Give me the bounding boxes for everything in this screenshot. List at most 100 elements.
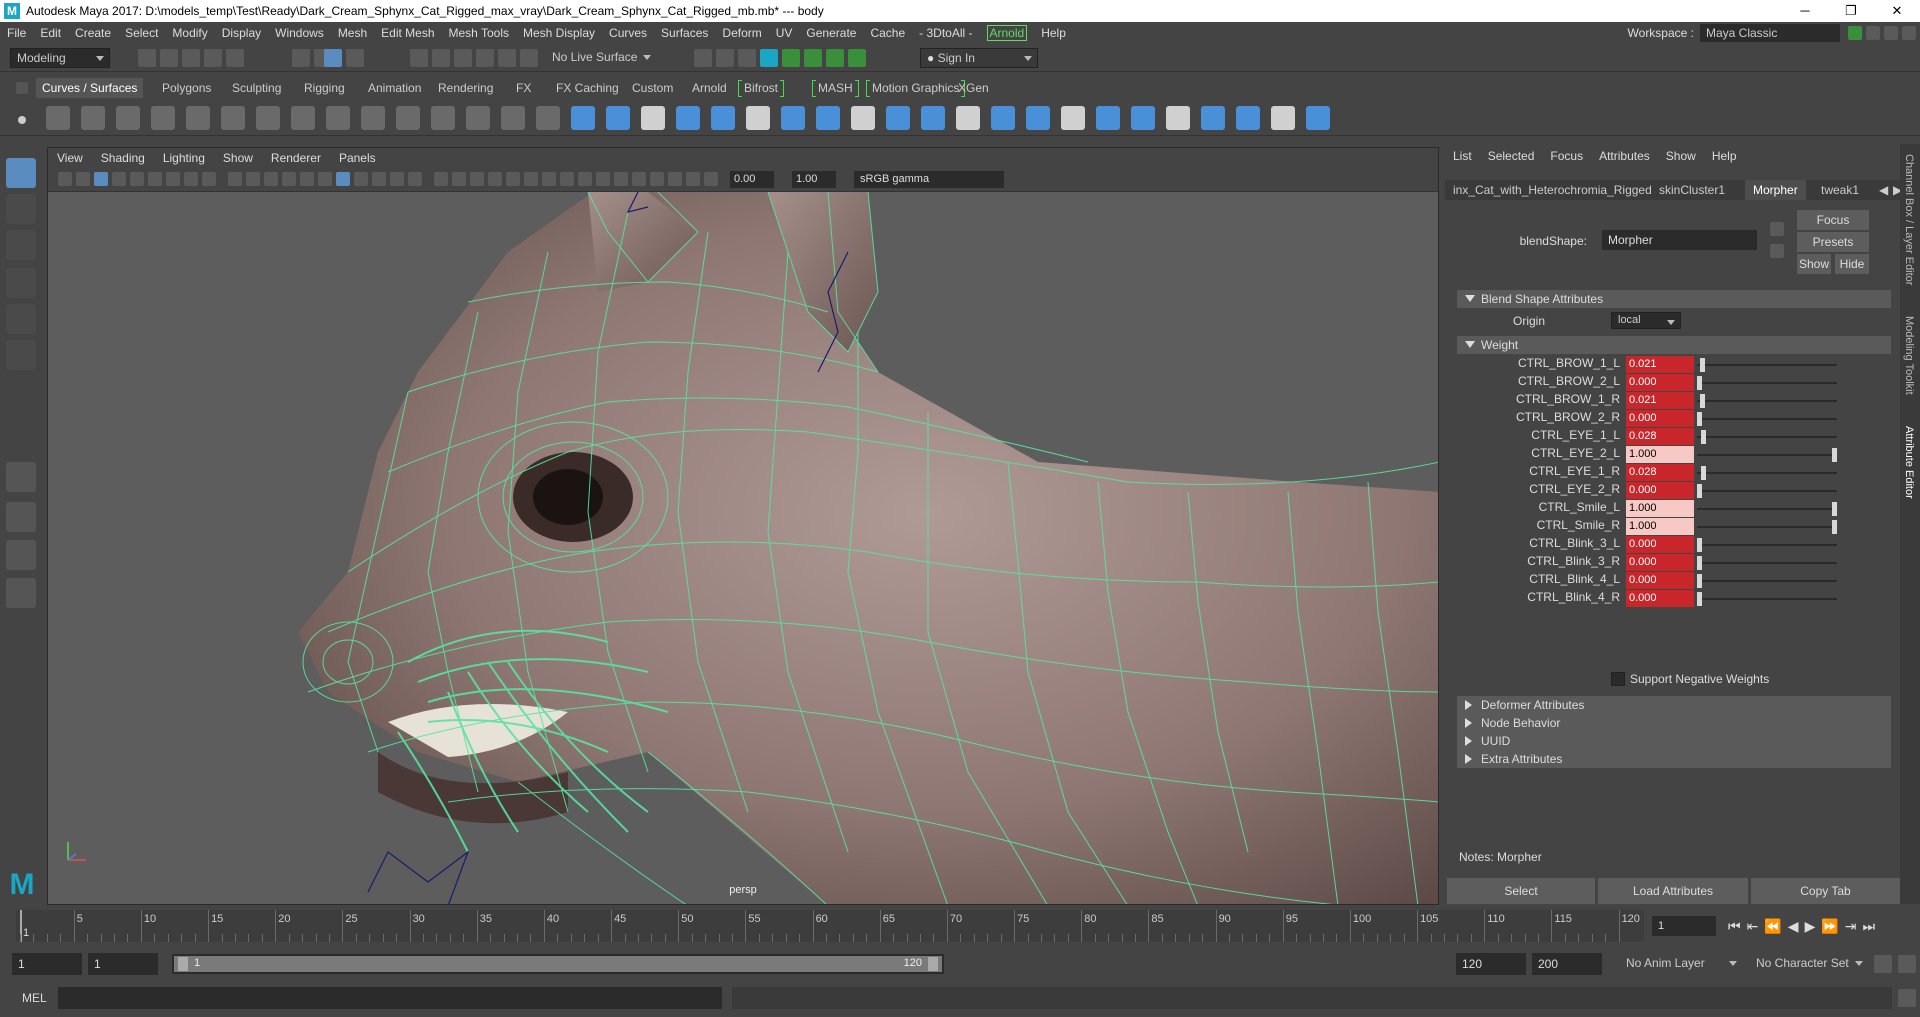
ae-menu-show[interactable]: Show bbox=[1658, 149, 1704, 163]
maximize-button[interactable]: ❐ bbox=[1828, 0, 1874, 22]
weight-slider-thumb[interactable] bbox=[1697, 556, 1702, 570]
workspace-icon-4[interactable] bbox=[1902, 26, 1916, 40]
viewport-tool-icon-2[interactable] bbox=[76, 172, 90, 186]
single-view-icon[interactable] bbox=[6, 462, 36, 492]
shelf-tab-motion-graphics[interactable]: Motion Graphics bbox=[866, 78, 966, 98]
range-slider-track[interactable]: 1 120 bbox=[172, 954, 944, 974]
side-tab-channel-box[interactable]: Channel Box / Layer Editor bbox=[1903, 154, 1915, 285]
weight-slider[interactable] bbox=[1697, 376, 1837, 390]
viewport-menu-view[interactable]: View bbox=[48, 151, 92, 165]
viewport-panel[interactable]: View Shading Lighting Show Renderer Panels 0.… bbox=[47, 147, 1439, 905]
viewport-tool-icon-25[interactable] bbox=[506, 172, 520, 186]
weight-slider-thumb[interactable] bbox=[1697, 376, 1702, 390]
weight-value-field[interactable]: 0.000 bbox=[1626, 572, 1694, 589]
viewport-tool-icon-17[interactable] bbox=[354, 172, 368, 186]
cylinder-icon[interactable] bbox=[641, 106, 665, 130]
mel-label[interactable]: MEL bbox=[22, 991, 47, 1005]
planar-icon[interactable] bbox=[851, 106, 875, 130]
ae-tab-skincluster1[interactable]: skinCluster1 bbox=[1651, 180, 1733, 200]
viewport-tool-icon-15[interactable] bbox=[318, 172, 332, 186]
weight-slider[interactable] bbox=[1697, 592, 1837, 606]
hide-button[interactable]: Hide bbox=[1835, 254, 1869, 274]
weight-slider[interactable] bbox=[1697, 466, 1837, 480]
weight-slider-thumb[interactable] bbox=[1697, 592, 1702, 606]
menu-item-edit[interactable]: Edit bbox=[33, 26, 68, 40]
origin-dropdown[interactable]: local bbox=[1611, 312, 1681, 329]
menu-item-uv[interactable]: UV bbox=[769, 26, 800, 40]
step-back-key-icon[interactable]: ⇤ bbox=[1747, 918, 1759, 935]
redo-icon[interactable] bbox=[226, 49, 244, 67]
weight-slider-thumb[interactable] bbox=[1697, 412, 1702, 426]
sign-in-dropdown[interactable]: ● Sign In bbox=[920, 48, 1038, 68]
weight-slider-thumb[interactable] bbox=[1832, 502, 1837, 516]
viewport-tool-icon-12[interactable] bbox=[264, 172, 278, 186]
shelf-tab-animation[interactable]: Animation bbox=[362, 78, 427, 98]
undo-icon[interactable] bbox=[204, 49, 222, 67]
menu-help[interactable]: Help bbox=[1034, 26, 1073, 40]
viewport-menu-show[interactable]: Show bbox=[214, 151, 262, 165]
weight-slider[interactable] bbox=[1697, 574, 1837, 588]
deformer-attributes-header[interactable]: Deformer Attributes bbox=[1457, 696, 1891, 714]
shelf-tab-fx-caching[interactable]: FX Caching bbox=[550, 78, 625, 98]
snap-grid-icon[interactable] bbox=[410, 49, 428, 67]
curve-reverse-icon[interactable] bbox=[501, 106, 525, 130]
viewport-tool-icon-10[interactable] bbox=[228, 172, 242, 186]
weight-slider[interactable] bbox=[1697, 556, 1837, 570]
ae-tab-morpher[interactable]: Morpher bbox=[1745, 180, 1806, 200]
play-backward-icon[interactable]: ◀ bbox=[1788, 918, 1799, 935]
viewport-tool-icon-19[interactable] bbox=[390, 172, 404, 186]
shelf-tab-mash[interactable]: MASH bbox=[812, 78, 859, 98]
viewport-tool-icon-14[interactable] bbox=[300, 172, 314, 186]
viewport-tool-icon-26[interactable] bbox=[524, 172, 538, 186]
new-scene-icon[interactable] bbox=[138, 49, 156, 67]
weight-value-field[interactable]: 0.000 bbox=[1626, 410, 1694, 427]
attach-surface-icon[interactable] bbox=[1131, 106, 1155, 130]
step-back-frame-icon[interactable]: ⏪ bbox=[1764, 918, 1781, 935]
ae-input-icon[interactable] bbox=[1770, 222, 1784, 236]
weight-slider[interactable] bbox=[1697, 448, 1837, 462]
extrude-icon[interactable] bbox=[886, 106, 910, 130]
menu-item-3dtoall[interactable]: - 3DtoAll - bbox=[912, 26, 979, 40]
viewport-tool-icon-34[interactable] bbox=[668, 172, 682, 186]
select-component-icon[interactable] bbox=[324, 49, 342, 67]
viewport-tool-icon-11[interactable] bbox=[246, 172, 260, 186]
curve-attach-icon[interactable] bbox=[291, 106, 315, 130]
copy-tab-button[interactable]: Copy Tab bbox=[1751, 878, 1900, 904]
bezier-icon[interactable] bbox=[256, 106, 280, 130]
cone-icon[interactable] bbox=[676, 106, 700, 130]
presets-button[interactable]: Presets bbox=[1797, 232, 1869, 252]
menu-item-deform[interactable]: Deform bbox=[715, 26, 768, 40]
select-mask-icon[interactable] bbox=[346, 49, 364, 67]
viewport-tool-icon-16[interactable] bbox=[336, 172, 350, 186]
weight-slider-thumb[interactable] bbox=[1697, 574, 1702, 588]
shelf-tab-xgen[interactable]: XGen bbox=[952, 78, 995, 98]
time-ruler[interactable]: 1 5 10 15 20 25 30 35 40 45 50 55 60 65 70 75 80 85 90 95 1… bbox=[16, 910, 1644, 942]
viewport-tool-icon-8[interactable] bbox=[184, 172, 198, 186]
menu-item-file[interactable]: File bbox=[0, 26, 33, 40]
viewport-tool-icon-24[interactable] bbox=[488, 172, 502, 186]
viewport-tool-icon-27[interactable] bbox=[542, 172, 556, 186]
move-tool-icon[interactable] bbox=[6, 268, 36, 298]
menu-item-create[interactable]: Create bbox=[68, 26, 118, 40]
shelf-tab-curves-surfaces[interactable]: Curves / Surfaces bbox=[36, 78, 144, 98]
viewport-tool-icon-13[interactable] bbox=[282, 172, 296, 186]
animation-end-field[interactable]: 200 bbox=[1532, 953, 1602, 975]
light-editor-icon[interactable] bbox=[826, 49, 844, 67]
cube-icon[interactable] bbox=[606, 106, 630, 130]
current-frame-field[interactable]: 1 bbox=[1652, 916, 1716, 936]
menu-item-mesh-display[interactable]: Mesh Display bbox=[516, 26, 602, 40]
circle-icon[interactable] bbox=[46, 106, 70, 130]
exposure-field[interactable]: 0.00 bbox=[730, 171, 774, 188]
weight-slider[interactable] bbox=[1697, 430, 1837, 444]
ae-tab-tweak1[interactable]: tweak1 bbox=[1813, 180, 1867, 200]
viewport-tool-icon-3[interactable] bbox=[94, 172, 108, 186]
snap-surface-icon[interactable] bbox=[498, 49, 516, 67]
weight-slider[interactable] bbox=[1697, 358, 1837, 372]
menu-item-curves[interactable]: Curves bbox=[602, 26, 654, 40]
menu-item-surfaces[interactable]: Surfaces bbox=[654, 26, 715, 40]
viewport-tool-icon-36[interactable] bbox=[704, 172, 718, 186]
ae-output-icon[interactable] bbox=[1770, 244, 1784, 258]
playback-end-field[interactable]: 120 bbox=[1456, 953, 1526, 975]
paint-select-icon[interactable] bbox=[6, 230, 36, 260]
viewport-menu-renderer[interactable]: Renderer bbox=[262, 151, 330, 165]
